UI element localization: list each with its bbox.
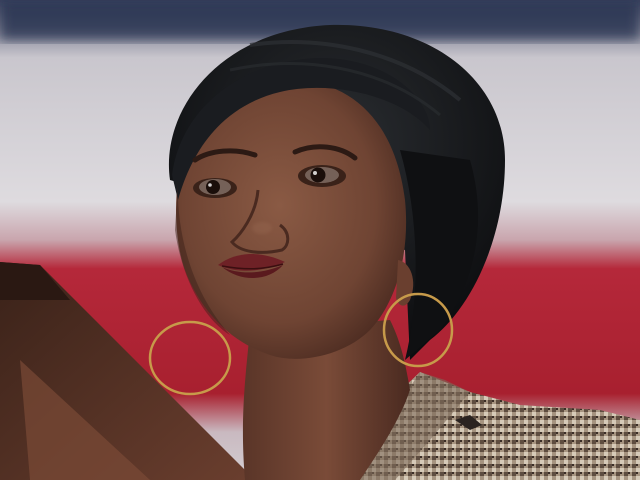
right-eye: [298, 165, 346, 187]
photo-scene: [0, 0, 640, 480]
left-eye: [193, 178, 237, 198]
portrait-photo: [0, 0, 640, 480]
